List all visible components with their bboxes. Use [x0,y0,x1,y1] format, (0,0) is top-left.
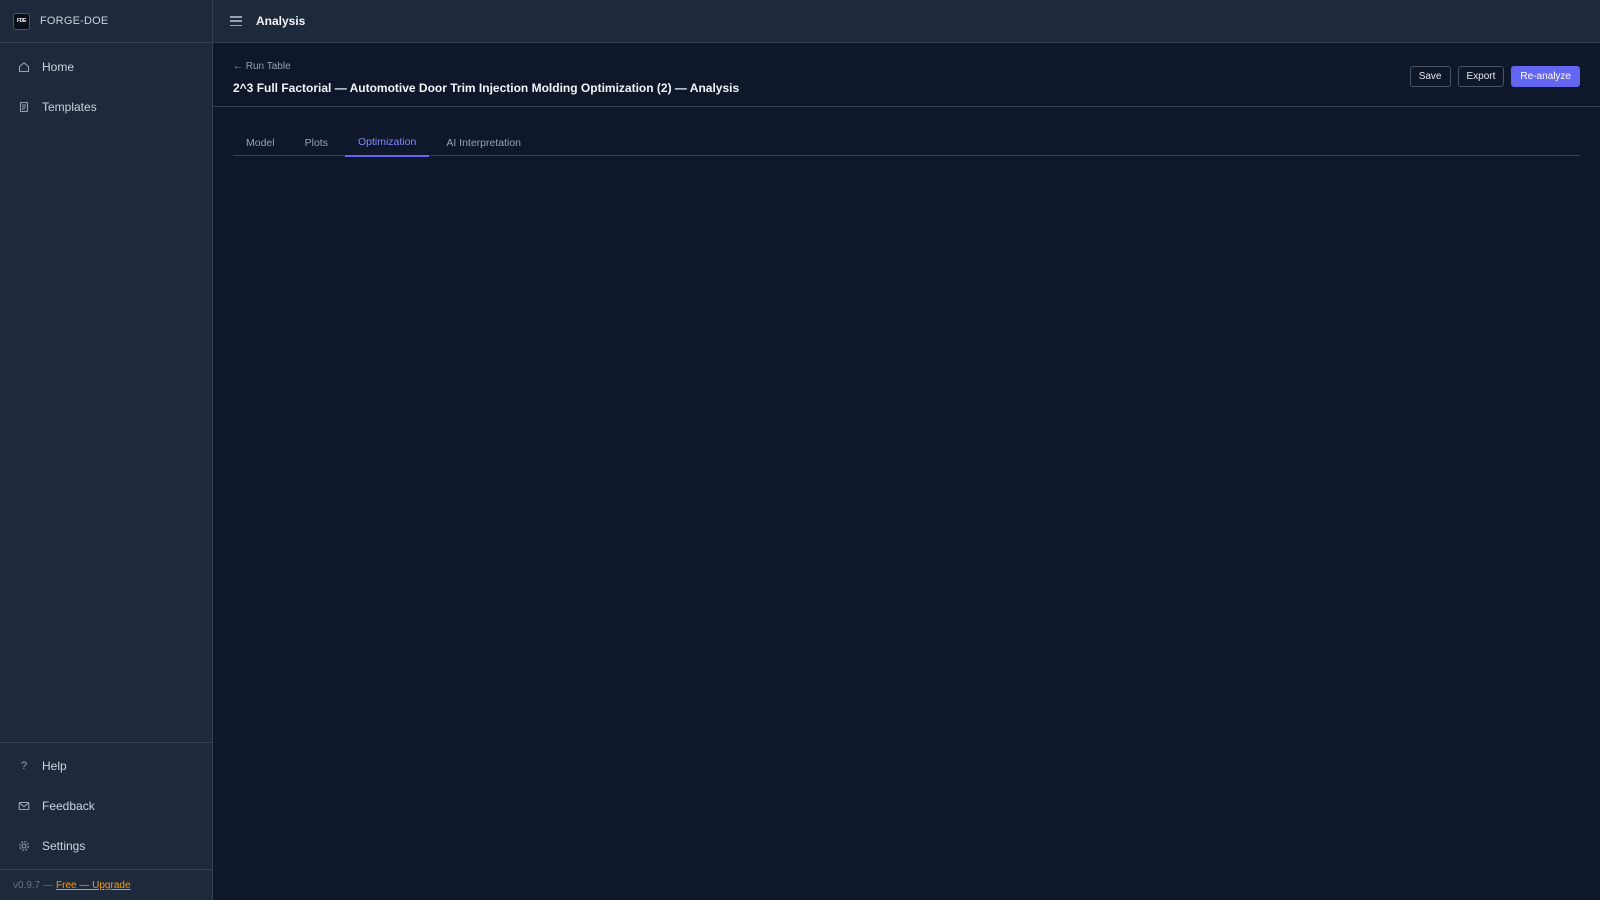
save-button[interactable]: Save [1409,66,1451,87]
sidebar-item-label: Feedback [42,799,95,813]
analysis-tabs: Model Plots Optimization AI Interpretati… [233,127,1580,157]
brand-logo: FDE [13,12,30,30]
sidebar-item-label: Home [42,60,75,74]
export-button[interactable]: Export [1457,66,1505,87]
sidebar-item-label: Templates [42,100,97,114]
back-to-run-table-link[interactable]: ← Run Table [233,61,291,72]
help-icon: ? [20,760,28,772]
document-icon [18,101,30,113]
page-title: 2^3 Full Factorial — Automotive Door Tri… [233,81,740,95]
sidebar-item-home[interactable]: Home [0,49,212,85]
sidebar-item-label: Settings [42,839,86,853]
sidebar-divider [0,742,212,743]
tab-plots[interactable]: Plots [292,128,341,157]
header-actions: Save Export Re-analyze [1409,66,1580,87]
topbar: Analysis [213,0,1600,43]
page-header: ← Run Table 2^3 Full Factorial — Automot… [213,43,1600,107]
tab-model[interactable]: Model [233,128,288,157]
sidebar-item-label: Help [42,759,67,773]
topbar-title: Analysis [256,14,306,28]
reanalyze-button[interactable]: Re-analyze [1511,66,1580,87]
sidebar: FDE FORGE-DOE Home Templates ? Help Feed… [0,0,213,900]
sidebar-item-templates[interactable]: Templates [0,89,212,125]
version-label: v0.9.7 — [13,879,54,891]
brand[interactable]: FDE FORGE-DOE [0,0,212,43]
tab-optimization[interactable]: Optimization [344,128,430,157]
sidebar-item-feedback[interactable]: Feedback [0,788,212,824]
sidebar-footer: v0.9.7 — Free — Upgrade [0,869,212,900]
hamburger-menu-icon[interactable] [230,16,242,26]
brand-name: FORGE-DOE [40,15,109,27]
upgrade-link[interactable]: Free — Upgrade [56,880,130,891]
sidebar-item-settings[interactable]: Settings [0,828,212,864]
gear-icon [18,840,30,852]
tab-ai-interpretation[interactable]: AI Interpretation [433,128,534,157]
sidebar-item-help[interactable]: ? Help [0,748,212,784]
mail-icon [18,800,30,812]
home-icon [18,61,30,73]
